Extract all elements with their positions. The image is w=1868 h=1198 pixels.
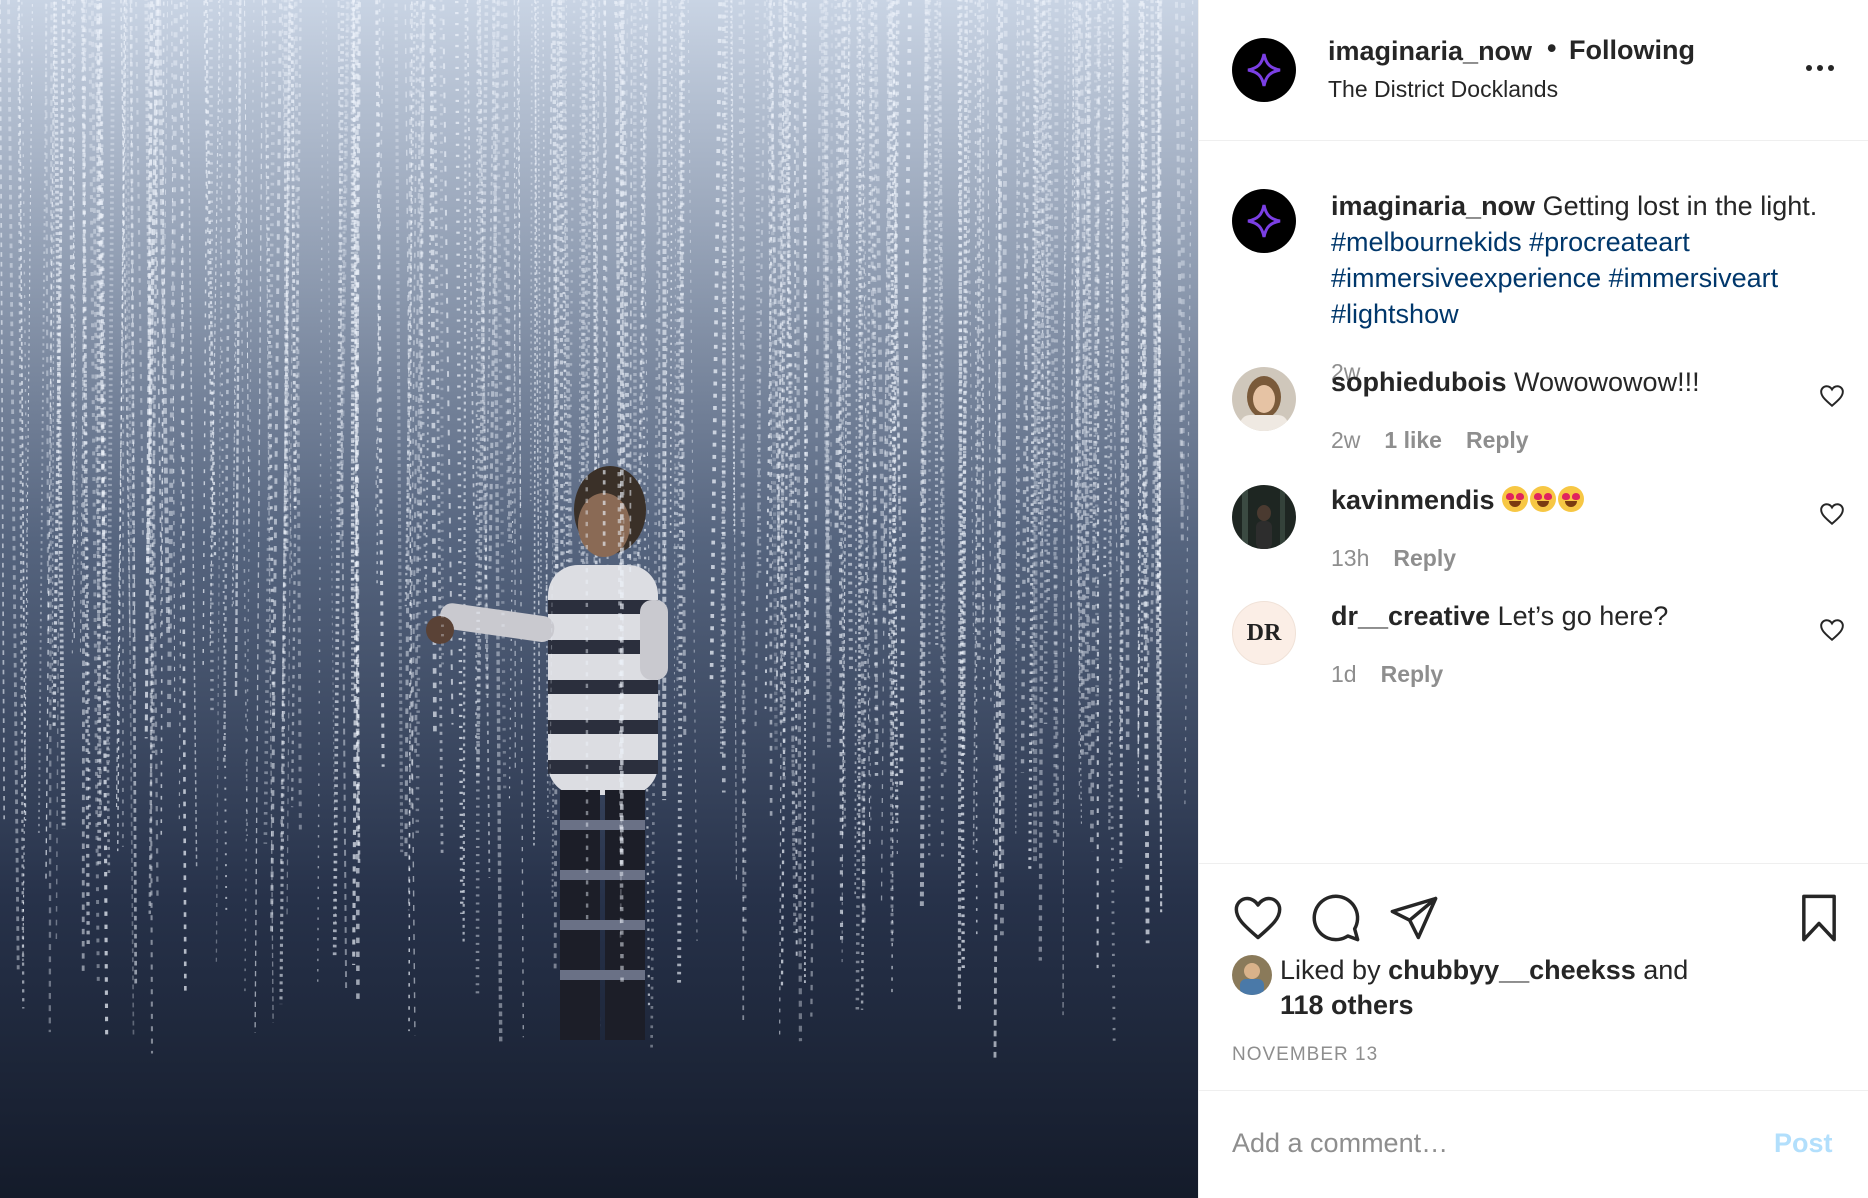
hashtag-link[interactable]: #procreateart	[1529, 227, 1690, 257]
following-button[interactable]: Following	[1569, 35, 1695, 66]
liker-avatar[interactable]	[1232, 955, 1272, 995]
post-date[interactable]: NOVEMBER 13	[1232, 1044, 1378, 1066]
liker-username[interactable]: chubbyy__cheekss	[1388, 955, 1636, 985]
liked-by-prefix: Liked by	[1280, 955, 1381, 985]
imaginaria-logo-icon	[1247, 204, 1281, 238]
commenter-avatar[interactable]: DR	[1232, 601, 1296, 665]
comment-input[interactable]	[1232, 1121, 1732, 1165]
likes-connector: and	[1643, 955, 1689, 985]
hashtag-link[interactable]: #melbournekids	[1331, 227, 1522, 257]
comment-meta: 1d Reply	[1331, 661, 1443, 688]
post-photo[interactable]	[0, 0, 1198, 1198]
heart-eyes-emoji	[1530, 486, 1557, 512]
comment-text: sophiedubois Wowowowow!!!	[1331, 367, 1700, 398]
post-location[interactable]: The District Docklands	[1328, 76, 1558, 103]
comment-heart-icon[interactable]	[1819, 501, 1845, 527]
comment-timestamp[interactable]: 1d	[1331, 661, 1357, 688]
commenter-avatar[interactable]	[1232, 367, 1296, 431]
reply-button[interactable]: Reply	[1466, 427, 1529, 454]
comment-username[interactable]: kavinmendis	[1331, 485, 1495, 515]
comment-timestamp[interactable]: 2w	[1331, 427, 1360, 454]
follow-separator: •	[1547, 33, 1557, 63]
share-icon[interactable]	[1388, 892, 1440, 944]
reply-button[interactable]: Reply	[1381, 661, 1444, 688]
caption-text: imaginaria_now Getting lost in the light…	[1331, 188, 1831, 332]
light-strand	[768, 0, 773, 818]
comment-like-count[interactable]: 1 like	[1384, 427, 1442, 454]
heart-eyes-emoji	[1558, 486, 1585, 512]
reply-button[interactable]: Reply	[1393, 545, 1456, 572]
avatar-photo	[1232, 955, 1272, 995]
comment-icon[interactable]	[1310, 892, 1362, 944]
post-image	[0, 0, 1198, 1198]
more-options-icon[interactable]	[1803, 56, 1837, 80]
comment-text: dr__creative Let’s go here?	[1331, 601, 1668, 632]
hashtag-link[interactable]: #lightshow	[1331, 299, 1459, 329]
comment-meta: 2w 1 like Reply	[1331, 427, 1529, 454]
post-header: imaginaria_now • Following The District …	[1199, 0, 1868, 141]
post-actions: Liked by chubbyy__cheekss and 118 others…	[1199, 863, 1868, 1090]
post-comment-button[interactable]: Post	[1774, 1128, 1833, 1159]
comment-meta: 13h Reply	[1331, 545, 1456, 572]
comment-heart-icon[interactable]	[1819, 617, 1845, 643]
post-side-panel: imaginaria_now • Following The District …	[1198, 0, 1868, 1198]
likes-others-link[interactable]: 118 others	[1280, 990, 1414, 1021]
bookmark-icon[interactable]	[1793, 892, 1845, 944]
comment-item: sophiedubois Wowowowow!!! 2w 1 like Repl…	[1199, 367, 1868, 487]
caption-body: Getting lost in the light.	[1542, 191, 1818, 221]
comment-item: DR dr__creative Let’s go here? 1d Reply	[1199, 601, 1868, 721]
heart-icon[interactable]	[1232, 892, 1284, 944]
imaginaria-logo-icon	[1247, 53, 1281, 87]
avatar-photo	[1232, 367, 1296, 431]
hashtag-link[interactable]: #immersiveart	[1609, 263, 1779, 293]
author-avatar[interactable]	[1232, 38, 1296, 102]
comment-username[interactable]: dr__creative	[1331, 601, 1490, 631]
comment-body: Wowowowow!!!	[1514, 367, 1700, 397]
add-comment-bar: Post	[1199, 1090, 1868, 1198]
comment-timestamp[interactable]: 13h	[1331, 545, 1369, 572]
likes-summary: Liked by chubbyy__cheekss and	[1280, 955, 1688, 986]
comment-username[interactable]: sophiedubois	[1331, 367, 1507, 397]
avatar-initials: DR	[1246, 619, 1282, 646]
hashtag-link[interactable]: #immersiveexperience	[1331, 263, 1601, 293]
light-strand	[209, 0, 214, 711]
heart-eyes-emoji	[1502, 486, 1529, 512]
avatar-photo	[1232, 485, 1296, 549]
commenter-avatar[interactable]	[1232, 485, 1296, 549]
caption-author-avatar[interactable]	[1232, 189, 1296, 253]
comment-text: kavinmendis	[1331, 485, 1586, 516]
caption-username[interactable]: imaginaria_now	[1331, 191, 1535, 221]
author-username[interactable]: imaginaria_now	[1328, 36, 1532, 67]
comment-heart-icon[interactable]	[1819, 383, 1845, 409]
comment-item: kavinmendis 13h Reply	[1199, 485, 1868, 605]
comment-body: Let’s go here?	[1497, 601, 1669, 631]
